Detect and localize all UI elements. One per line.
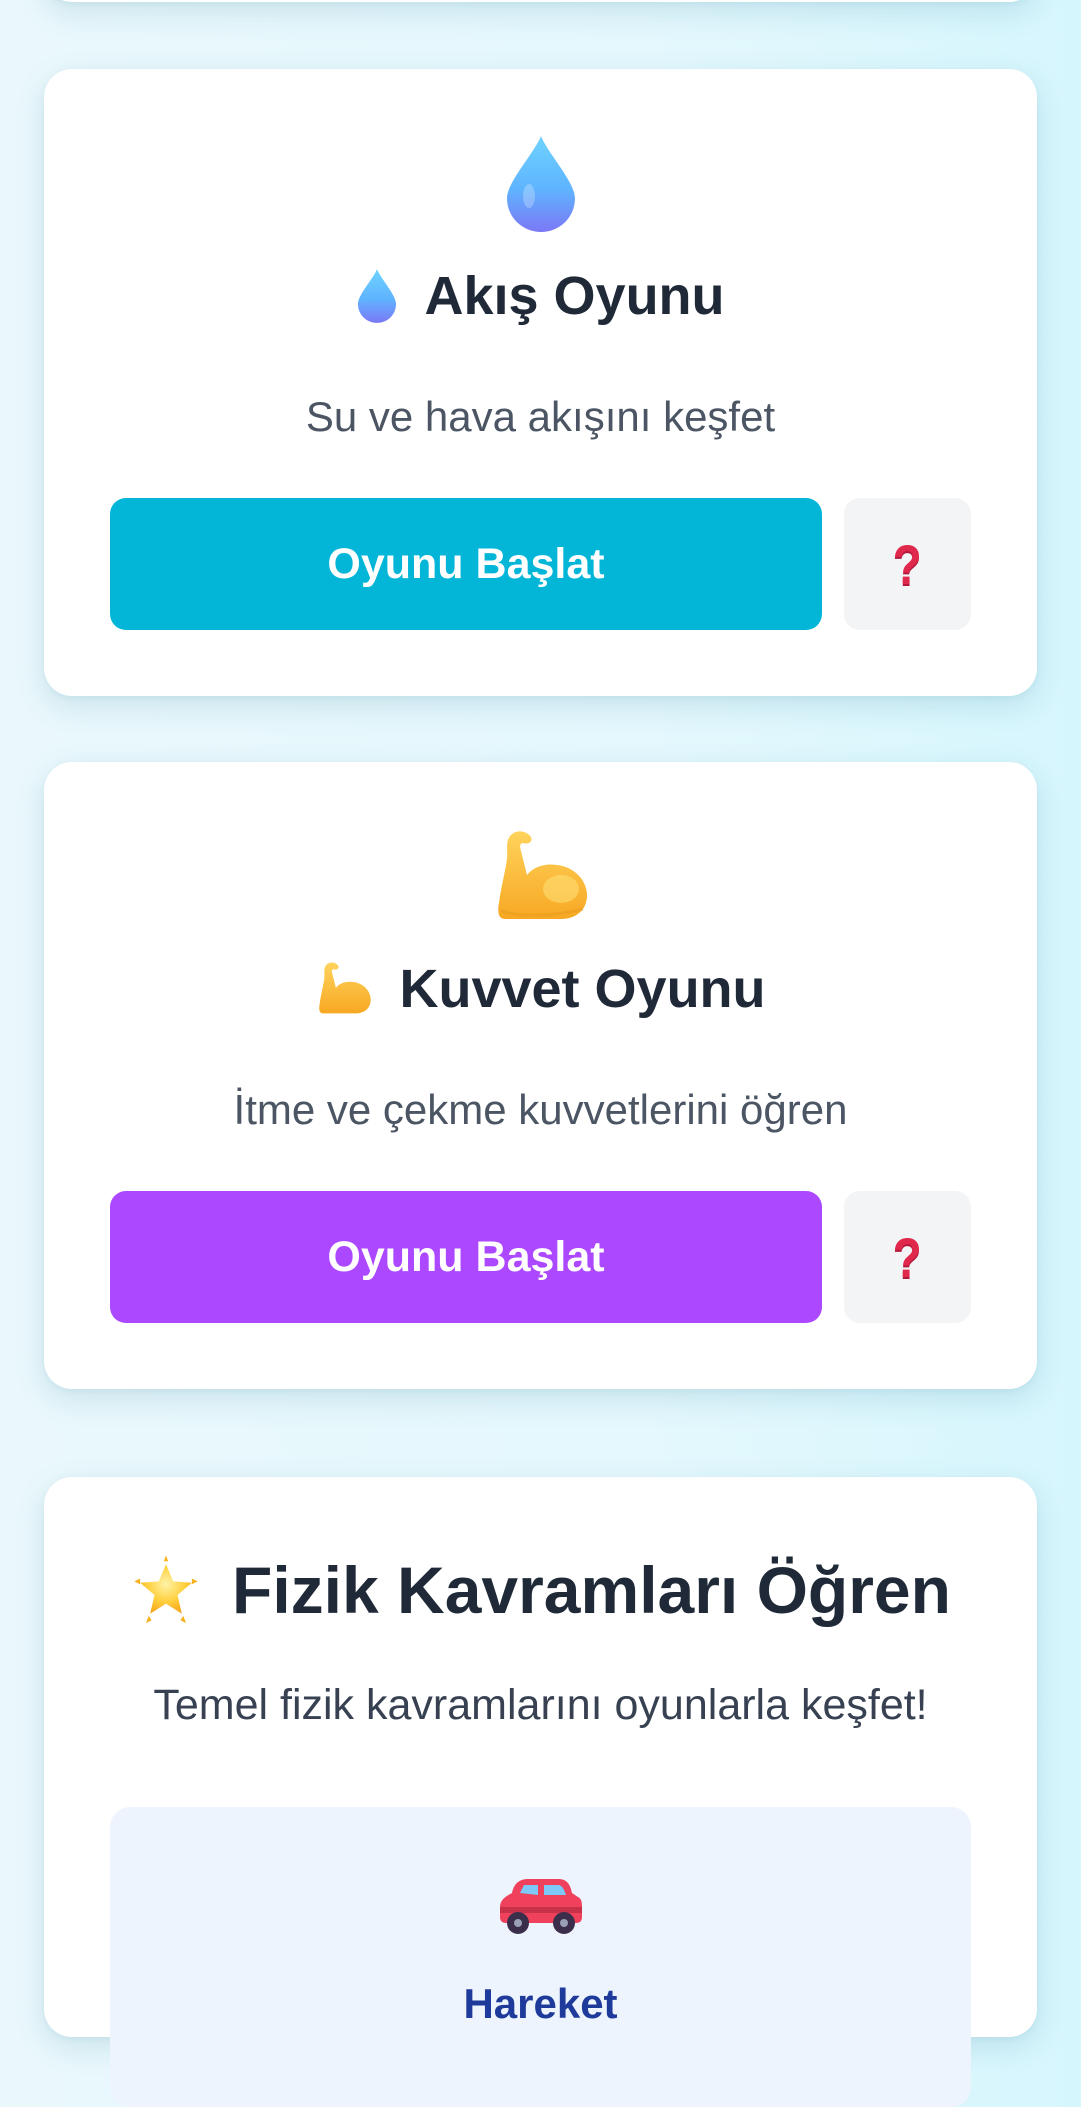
help-button[interactable]: ? bbox=[844, 498, 971, 630]
game-description: Su ve hava akışını keşfet bbox=[305, 393, 776, 440]
question-mark-icon: ? bbox=[892, 532, 923, 596]
game-title: Akış Oyunu bbox=[44, 261, 1037, 331]
water-drop-icon bbox=[356, 268, 398, 324]
concepts-title-text: Fizik Kavramları Öğren bbox=[232, 1553, 951, 1627]
car-icon bbox=[110, 1873, 971, 1937]
game-title-text: Kuvvet Oyunu bbox=[399, 959, 766, 1019]
game-title-text: Akış Oyunu bbox=[424, 266, 725, 326]
start-game-button[interactable]: Oyunu Başlat bbox=[110, 498, 822, 630]
start-game-button[interactable]: Oyunu Başlat bbox=[110, 1191, 822, 1323]
previous-card-edge bbox=[44, 0, 1037, 2]
help-button[interactable]: ? bbox=[844, 1191, 971, 1323]
concept-label: Hareket bbox=[463, 1980, 618, 2027]
concept-item-hareket[interactable]: Hareket bbox=[110, 1807, 971, 2107]
game-card-akis: Akış Oyunu Su ve hava akışını keşfet Oyu… bbox=[44, 69, 1037, 696]
question-mark-icon: ? bbox=[892, 1225, 923, 1289]
concepts-card: Fizik Kavramları Öğren Temel fizik kavra… bbox=[44, 1477, 1037, 2107]
game-actions: Oyunu Başlat ? bbox=[110, 498, 971, 630]
concepts-subtitle: Temel fizik kavramlarını oyunlarla keşfe… bbox=[153, 1681, 928, 1729]
game-description: İtme ve çekme kuvvetlerini öğren bbox=[233, 1086, 848, 1133]
game-title: Kuvvet Oyunu bbox=[44, 954, 1037, 1024]
game-actions: Oyunu Başlat ? bbox=[110, 1191, 971, 1323]
flexed-biceps-icon bbox=[44, 822, 1037, 932]
glowing-star-icon bbox=[130, 1554, 202, 1626]
game-card-kuvvet: Kuvvet Oyunu İtme ve çekme kuvvetlerini … bbox=[44, 762, 1037, 1389]
flexed-biceps-icon bbox=[315, 960, 373, 1018]
water-drop-icon bbox=[44, 129, 1037, 239]
concepts-title: Fizik Kavramları Öğren bbox=[44, 1547, 1037, 1633]
